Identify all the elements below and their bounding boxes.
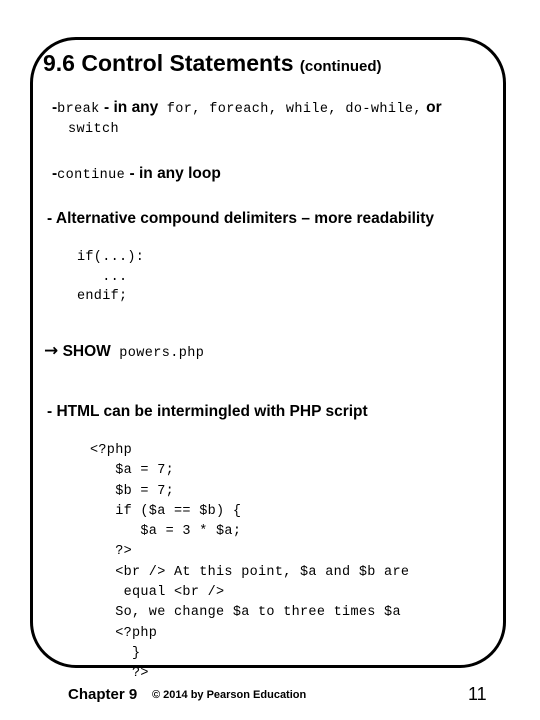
slide-body: 9.6 Control Statements (continued) -brea… bbox=[30, 37, 506, 681]
show-demo-line: → SHOW powers.php bbox=[44, 341, 204, 361]
bullet-html-intermingled: - HTML can be intermingled with PHP scri… bbox=[47, 403, 368, 420]
slide-footer: Chapter 9 © 2014 by Pearson Education 11 bbox=[0, 678, 540, 720]
bullet-alt-delimiters: - Alternative compound delimiters – more… bbox=[47, 210, 435, 227]
code-block-if: if(...): ... endif; bbox=[77, 250, 145, 304]
page-title-continued: (continued) bbox=[299, 58, 382, 75]
bullet-break: -break - in any for, foreach, while, do-… bbox=[52, 99, 442, 117]
break-code-list: for, foreach, while, do-while, bbox=[166, 102, 422, 117]
break-code-space bbox=[158, 102, 167, 117]
break-emphasis: in any bbox=[113, 99, 159, 116]
page-title: 9.6 Control Statements (continued) bbox=[43, 50, 382, 77]
rightwards-arrow-icon: → bbox=[44, 341, 59, 361]
slide-canvas: 9.6 Control Statements (continued) -brea… bbox=[0, 0, 540, 720]
break-wrap-code: switch bbox=[68, 122, 120, 137]
break-keyword: break bbox=[57, 102, 100, 117]
footer-copyright: © 2014 by Pearson Education bbox=[152, 689, 307, 701]
page-title-main: 9.6 Control Statements bbox=[43, 50, 294, 76]
footer-page-number: 11 bbox=[468, 684, 487, 704]
continue-dash2: - bbox=[129, 165, 135, 182]
bullet-continue: -continue - in any loop bbox=[52, 165, 221, 183]
show-filename: powers.php bbox=[119, 346, 205, 361]
bullet-break-wrap: switch bbox=[68, 119, 119, 137]
show-label: SHOW bbox=[62, 343, 111, 360]
footer-chapter-label: Chapter 9 bbox=[68, 686, 138, 703]
continue-keyword: continue bbox=[57, 168, 126, 183]
break-conjunction: or bbox=[426, 99, 442, 116]
continue-emphasis: in any loop bbox=[138, 165, 221, 182]
code-block-php: <?php $a = 7; $b = 7; if ($a == $b) { $a… bbox=[90, 443, 410, 682]
